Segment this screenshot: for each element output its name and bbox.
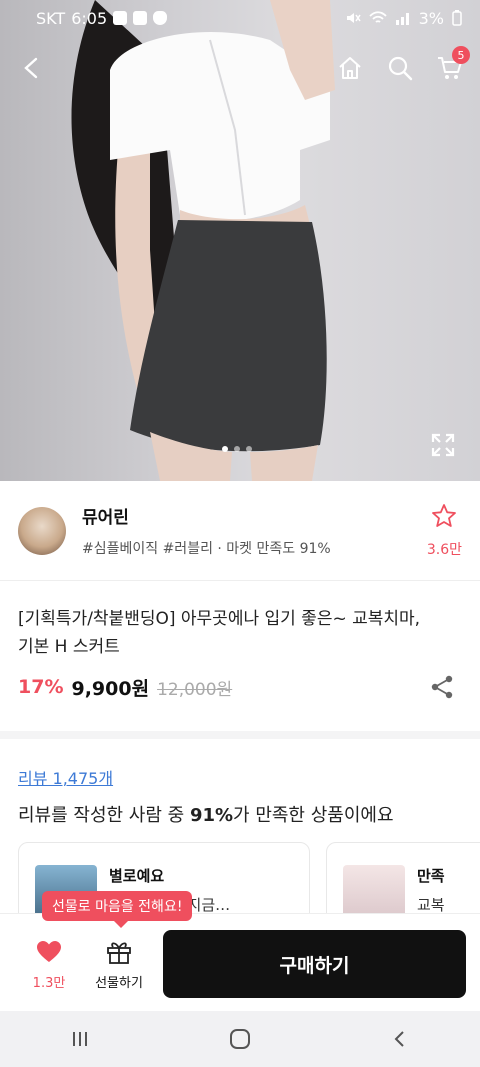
expand-icon[interactable] (430, 432, 456, 458)
review-title: 별로예요 (109, 867, 165, 885)
gift-tooltip[interactable]: 선물로 마음을 전해요! (42, 891, 193, 928)
home-button[interactable] (334, 52, 366, 84)
notification-icon (133, 11, 148, 25)
mute-icon (346, 13, 361, 23)
favorite-count: 3.6만 (426, 541, 462, 558)
sale-price: 9,900원 (71, 677, 150, 700)
system-navigation-bar (0, 1011, 480, 1067)
shop-avatar[interactable] (18, 506, 66, 555)
shop-name[interactable]: 뮤어린 (82, 503, 331, 528)
battery-percent: 3% (418, 8, 444, 28)
shield-icon (153, 11, 168, 25)
product-info: [기획특가/착붙밴딩O] 아무곳에나 입기 좋은~ 교복치마, 기본 H 스커트… (0, 581, 480, 739)
share-icon[interactable] (428, 673, 456, 701)
cart-button[interactable]: 5 (434, 46, 470, 84)
chevron-left-icon (24, 57, 38, 79)
review-thumbnail (343, 865, 405, 917)
search-button[interactable] (384, 52, 416, 84)
back-arrow-icon (394, 1031, 404, 1047)
heart-icon (37, 941, 61, 962)
review-card[interactable]: 만족 교복 (326, 842, 480, 917)
price-row: 17% 9,900원 12,000원 (18, 673, 462, 701)
bottom-action-bar: 1.3만 선물하기 구매하기 (0, 913, 480, 1011)
top-navigation: 5 (0, 44, 480, 92)
gift-label: 선물하기 (95, 976, 143, 991)
review-summary-suffix: 가 만족한 상품이에요 (233, 805, 394, 826)
product-image-gallery[interactable]: SKT 6:05 3% 5 (0, 0, 480, 481)
review-count-link[interactable]: 리뷰 1,475개 (18, 765, 462, 789)
gift-button[interactable]: 선물하기 (89, 940, 149, 991)
review-title: 만족 (417, 867, 445, 885)
status-bar: SKT 6:05 3% (0, 0, 480, 36)
gift-icon (107, 942, 131, 964)
recent-apps-button[interactable] (60, 1019, 100, 1059)
gallery-dot[interactable] (234, 446, 240, 452)
like-button[interactable]: 1.3만 (19, 940, 79, 991)
review-body: 교복 (417, 896, 445, 914)
search-icon (388, 56, 413, 81)
review-summary-prefix: 리뷰를 작성한 사람 중 (18, 805, 190, 826)
gallery-pagination (222, 446, 252, 452)
gallery-dot[interactable] (246, 446, 252, 452)
cart-count-badge: 5 (452, 46, 470, 64)
signal-icon (395, 13, 409, 25)
original-price: 12,000원 (157, 679, 233, 700)
wifi-icon (368, 11, 387, 23)
shop-favorite-button[interactable]: 3.6만 (427, 503, 462, 559)
satisfaction-rate: 91% (189, 805, 234, 826)
recent-apps-icon (73, 1032, 87, 1046)
battery-icon (452, 10, 462, 26)
star-icon (432, 503, 457, 527)
discount-rate: 17% (18, 676, 64, 698)
back-system-button[interactable] (380, 1019, 420, 1059)
back-button[interactable] (16, 52, 48, 84)
notification-icon (113, 11, 128, 25)
product-title: [기획특가/착붙밴딩O] 아무곳에나 입기 좋은~ 교복치마, 기본 H 스커트 (18, 609, 421, 657)
home-system-button[interactable] (220, 1019, 260, 1059)
shop-tags: #심플베이직 #러블리 · 마켓 만족도 91% (82, 541, 331, 557)
buy-button[interactable]: 구매하기 (163, 930, 466, 998)
home-icon (339, 57, 361, 79)
home-circle-icon (230, 1029, 250, 1049)
review-summary: 리뷰를 작성한 사람 중 91%가 만족한 상품이에요 (18, 801, 462, 827)
like-count: 1.3만 (32, 976, 66, 991)
carrier-label: SKT (36, 8, 66, 28)
clock: 6:05 (71, 8, 108, 28)
shop-info[interactable]: 뮤어린 #심플베이직 #러블리 · 마켓 만족도 91% 3.6만 (0, 481, 480, 581)
gallery-dot[interactable] (222, 446, 228, 452)
